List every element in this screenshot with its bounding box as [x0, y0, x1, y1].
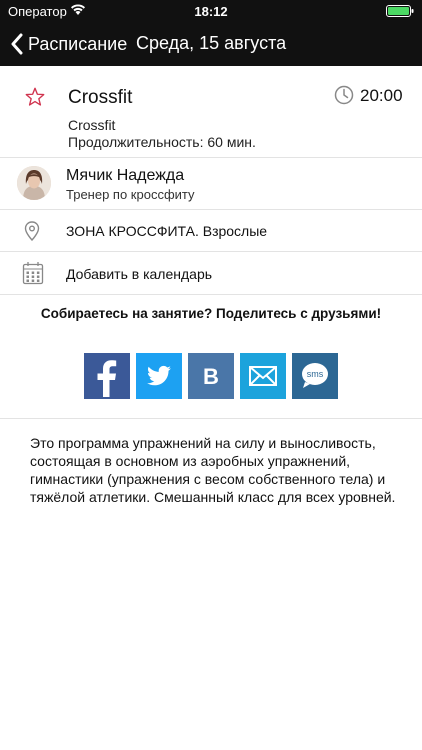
location-pin-icon [24, 221, 40, 246]
twitter-share-button[interactable] [136, 353, 182, 399]
class-duration: Продолжительность: 60 мин. [68, 134, 256, 150]
add-to-calendar-button[interactable]: Добавить в календарь [0, 252, 422, 295]
add-to-calendar-label: Добавить в календарь [66, 266, 213, 282]
svg-text:В: В [203, 364, 219, 389]
class-name: Crossfit [68, 87, 133, 108]
email-icon [249, 366, 277, 386]
facebook-icon [97, 360, 117, 397]
share-buttons: В sms [84, 353, 339, 399]
status-bar: Оператор 18:12 [0, 0, 422, 22]
sms-share-button[interactable]: sms [292, 353, 338, 399]
class-description: Это программа упражнений на силу и вынос… [30, 435, 396, 505]
calendar-icon [22, 261, 44, 290]
back-button[interactable]: Расписание [10, 31, 127, 57]
trainer-avatar [17, 166, 51, 200]
facebook-share-button[interactable] [84, 353, 130, 399]
location-section: ЗОНА КРОССФИТА. Взрослые [0, 210, 422, 252]
vk-share-button[interactable]: В [188, 353, 234, 399]
location-name: ЗОНА КРОССФИТА. Взрослые [66, 223, 268, 239]
page-title: Среда, 15 августа [136, 33, 287, 53]
class-time: 20:00 [360, 86, 403, 105]
email-share-button[interactable] [240, 353, 286, 399]
class-info-section: Crossfit 20:00 Crossfit Продолжительност… [0, 66, 422, 158]
trainer-name: Мячик Надежда [66, 167, 185, 184]
back-button-label: Расписание [28, 33, 128, 54]
vk-icon: В [203, 364, 219, 389]
share-title: Собираетесь на занятие? Поделитесь с дру… [40, 306, 382, 321]
svg-text:sms: sms [307, 369, 324, 379]
sms-icon: sms [302, 363, 328, 388]
trainer-section[interactable]: Мячик Надежда Тренер по кроссфиту [0, 158, 422, 210]
status-time: 18:12 [194, 4, 228, 19]
twitter-icon [147, 365, 171, 386]
battery-icon [386, 5, 414, 17]
section-divider [0, 418, 422, 419]
class-subtitle: Crossfit [68, 117, 116, 133]
chevron-left-icon [11, 33, 23, 55]
star-icon[interactable] [24, 86, 46, 113]
navigation-bar: Расписание Среда, 15 августа [0, 22, 422, 66]
trainer-role: Тренер по кроссфиту [66, 187, 195, 202]
clock-icon [334, 85, 354, 110]
